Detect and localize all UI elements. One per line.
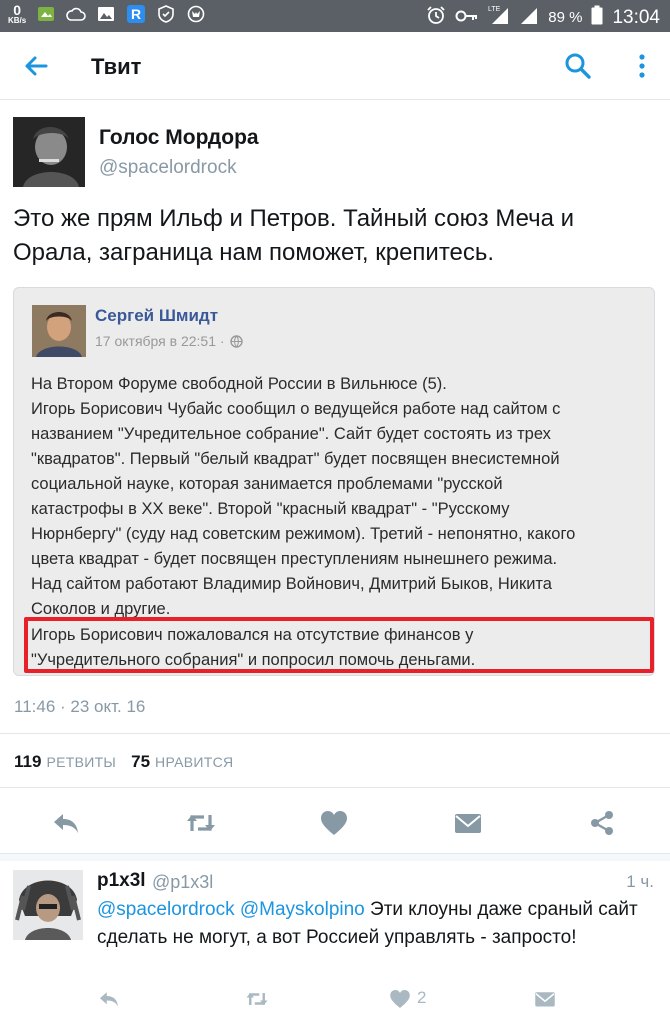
network-type: LTE	[488, 6, 501, 13]
reply-text: @spacelordrock @Mayskolpino Эти клоуны д…	[97, 896, 657, 952]
envelope-icon	[535, 992, 555, 1007]
reply-dm-button[interactable]	[533, 987, 557, 1011]
reply-author-handle[interactable]: @p1x3l	[152, 872, 213, 893]
mention-link[interactable]: @Mayskolpino	[240, 899, 365, 920]
reply-author-avatar[interactable]	[13, 870, 83, 940]
retweets-count[interactable]: 119	[14, 752, 41, 772]
divider	[0, 733, 670, 734]
more-vertical-icon	[639, 54, 645, 78]
author-handle[interactable]: @spacelordrock	[99, 157, 237, 179]
body-line: цвета квадрат - будет посвящен преступле…	[31, 550, 558, 568]
embedded-post-date: 17 октября в 22:51 ·	[95, 333, 243, 349]
shield-icon	[156, 5, 176, 23]
r-app-icon: R	[126, 5, 146, 23]
cloud-icon	[66, 5, 87, 23]
tweet-timestamp: 11:46 · 23 окт. 16	[14, 697, 146, 716]
author-avatar[interactable]	[13, 117, 85, 187]
tweet-text: Это же прям Ильф и Петров. Тайный союз М…	[13, 205, 575, 266]
reply-actions: 2	[0, 984, 670, 1014]
signal-icon-2	[519, 5, 539, 30]
app-bar: Твит	[0, 32, 670, 100]
net-speed-value: 0	[13, 2, 22, 18]
reply-icon	[54, 814, 78, 833]
reply-author-name[interactable]: p1x3l	[97, 870, 146, 892]
back-arrow-icon	[25, 56, 48, 76]
body-line: На Втором Форуме свободной России в Виль…	[31, 375, 447, 393]
retweet-icon	[246, 993, 268, 1005]
net-speed-unit: KB/s	[8, 16, 27, 25]
body-line: Над сайтом работают Владимир Войнович, Д…	[31, 575, 552, 593]
svg-text:R: R	[131, 6, 141, 22]
body-line: Игорь Борисович Чубайс сообщил о ведущей…	[31, 400, 561, 418]
embedded-author-avatar	[32, 305, 86, 357]
tweet-actions	[0, 803, 670, 843]
share-icon	[591, 811, 613, 835]
section-separator	[0, 853, 670, 861]
reply-retweet-button[interactable]	[244, 987, 268, 1011]
more-options-button[interactable]	[630, 50, 654, 82]
highlight-line: Игорь Борисович пожаловался на отсутстви…	[31, 626, 474, 644]
image-icon	[36, 5, 56, 23]
reply-like-button[interactable]	[388, 987, 412, 1011]
battery-percent: 89 %	[548, 9, 583, 26]
body-line: катастрофы в XX веке". Второй "красный к…	[31, 500, 510, 518]
body-line: "квадратов". Первый "белый квадрат" буде…	[31, 450, 560, 468]
battery-icon	[591, 5, 603, 30]
body-line: социальной науке, которая занимается про…	[31, 475, 503, 493]
fox-icon	[186, 5, 206, 23]
retweet-button[interactable]	[184, 807, 216, 839]
signal-icon: LTE	[488, 5, 510, 30]
tweet-stats: 119 РЕТВИТЫ 75 НРАВИТСЯ	[14, 752, 248, 772]
back-button[interactable]	[20, 50, 52, 82]
mention-link[interactable]: @spacelordrock	[97, 899, 235, 920]
envelope-icon	[455, 814, 481, 833]
network-speed: 0 KB/s	[8, 3, 26, 25]
share-button[interactable]	[586, 807, 618, 839]
retweet-icon	[187, 815, 215, 831]
search-button[interactable]	[562, 50, 594, 82]
heart-icon	[390, 990, 410, 1008]
like-button[interactable]	[318, 807, 350, 839]
clock: 13:04	[612, 6, 660, 28]
likes-count[interactable]: 75	[131, 752, 150, 772]
tweet-image[interactable]: Сергей Шмидт 17 октября в 22:51 · На Вто…	[13, 287, 655, 676]
author-name[interactable]: Голос Мордора	[99, 126, 259, 150]
body-line: названием "Учредительное собрание". Сайт…	[31, 425, 551, 443]
highlighted-text: Игорь Борисович пожаловался на отсутстви…	[31, 623, 643, 673]
embedded-author-name: Сергей Шмидт	[95, 306, 219, 325]
heart-icon	[321, 811, 347, 835]
embedded-date-text: 17 октября в 22:51 ·	[95, 333, 225, 349]
reply-icon	[100, 992, 118, 1007]
retweets-label[interactable]: РЕТВИТЫ	[46, 754, 116, 770]
page-title: Твит	[91, 54, 142, 79]
embedded-post-body: На Втором Форуме свободной России в Виль…	[31, 372, 643, 622]
status-bar: 0 KB/s R LTE 89 % 13:04	[0, 0, 670, 32]
reply-reply-button[interactable]	[97, 987, 121, 1011]
globe-icon	[229, 334, 243, 348]
reply-likes-count: 2	[417, 988, 427, 1007]
body-line: Нюрнбергу" (суду над советским режимом).…	[31, 525, 576, 543]
likes-label[interactable]: НРАВИТСЯ	[155, 754, 233, 770]
search-icon	[565, 53, 591, 79]
key-icon	[455, 8, 479, 28]
reply-time: 1 ч.	[626, 872, 654, 891]
highlight-line: "Учредительного собрания" и попросил пом…	[31, 651, 476, 669]
alarm-icon	[426, 5, 446, 30]
reply-button[interactable]	[50, 807, 82, 839]
divider	[0, 787, 670, 788]
direct-message-button[interactable]	[452, 807, 484, 839]
gallery-icon	[96, 5, 116, 23]
